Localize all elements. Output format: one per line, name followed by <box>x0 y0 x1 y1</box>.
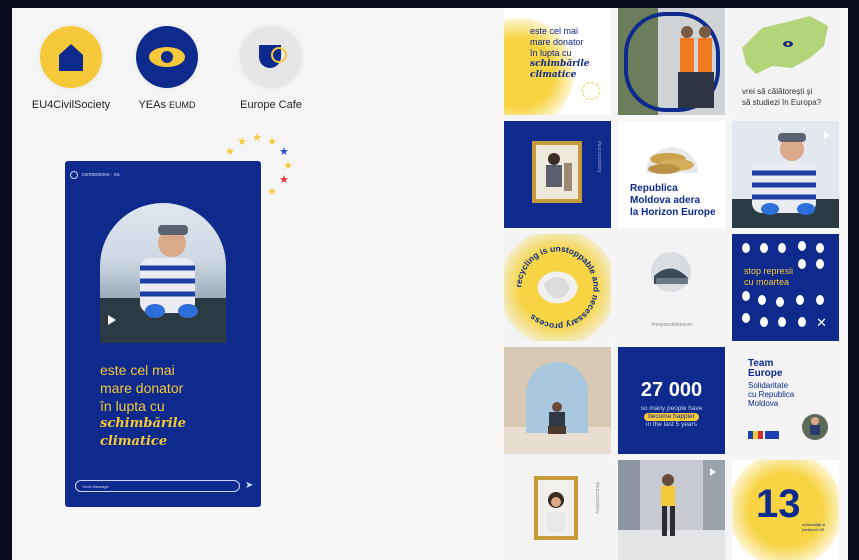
post-tile[interactable]: #successstory <box>504 460 611 560</box>
post-tile[interactable]: Republica Moldova adera la Horizon Europ… <box>618 121 725 228</box>
stars-ring <box>582 82 600 100</box>
cup-icon <box>259 45 287 68</box>
send-icon[interactable]: ➤ <box>245 480 253 491</box>
avatar <box>70 171 78 179</box>
fisherman-illustration <box>100 225 226 343</box>
svg-text:✕: ✕ <box>816 316 827 331</box>
canvas: EU4CivilSociety YEAs EUMD Europe Cafe ★ … <box>12 8 848 560</box>
story-text: este cel mai mare donator în lupta cu sc… <box>100 361 240 451</box>
woman-arch-photo <box>504 347 611 454</box>
hashtag-label: #responsibletravel <box>651 322 692 328</box>
post-tile[interactable]: #successstory <box>504 121 611 228</box>
highlight-yeas[interactable]: YEAs EUMD <box>124 26 210 111</box>
post-text-line: climatice <box>530 70 577 80</box>
post-text: stop represii cu moartea <box>744 266 793 288</box>
framed-photo <box>538 480 574 536</box>
stat-caption-highlight: become happier <box>644 413 699 421</box>
svg-text:★: ★ <box>252 133 262 144</box>
hashtag-label: #successstory <box>594 482 600 514</box>
post-text-line: Moldova adera <box>630 195 701 206</box>
city-walk-photo <box>618 460 725 560</box>
svg-text:★: ★ <box>225 145 235 158</box>
story-line: în lupta cu <box>100 398 165 414</box>
post-tile[interactable]: Team Europe Solidaritate cu Republica Mo… <box>732 347 839 454</box>
highlight-circle <box>240 26 302 88</box>
post-text-line: stop represii <box>744 266 794 276</box>
post-text-line: vrei să călătorești și <box>742 87 813 96</box>
post-text-line: schimbările <box>530 59 590 69</box>
story-photo <box>100 203 226 343</box>
stat-caption: so many people have become happier in th… <box>618 405 725 429</box>
stat-caption-line: so many people have <box>640 405 703 412</box>
flags-and-photo <box>748 414 828 440</box>
post-tile[interactable] <box>618 8 725 115</box>
post-tile[interactable]: este cel mai mare donator în lupta cu sc… <box>504 8 611 115</box>
post-tile[interactable]: #responsibletravel <box>618 234 725 341</box>
post-text-line: la Horizon Europe <box>630 207 716 218</box>
stat-caption-line: in the last 5 years <box>646 421 697 428</box>
highlight-circle <box>40 26 102 88</box>
highlight-label: Europe Cafe <box>240 99 302 111</box>
post-text: Republica Moldova adera la Horizon Europ… <box>630 183 716 219</box>
svg-text:★: ★ <box>267 135 277 148</box>
post-text: vrei să călătorești și să studiezi în Eu… <box>742 86 821 108</box>
post-text-line: este cel mai <box>530 26 579 36</box>
gold-frame <box>534 476 578 540</box>
stat-number: 27 000 <box>640 379 703 401</box>
recycling-ring: recycling is unstoppable and necessary p… <box>513 243 601 331</box>
post-text: este cel mai mare donator în lupta cu sc… <box>530 26 589 81</box>
post-tile[interactable] <box>504 347 611 454</box>
highlight-label: YEAs EUMD <box>124 99 210 111</box>
gold-frame <box>532 141 582 203</box>
post-text-line: în lupta cu <box>530 48 572 58</box>
highlight-label: EU4CivilSociety <box>31 99 111 111</box>
post-tile[interactable]: ✕ stop represii cu moartea <box>732 234 839 341</box>
workers-photo <box>618 8 725 115</box>
coins-photo <box>646 147 698 174</box>
svg-text:★: ★ <box>283 159 293 172</box>
svg-text:★: ★ <box>267 185 277 198</box>
post-tile[interactable]: 13 universități și parteneri UE <box>732 460 839 560</box>
svg-text:★: ★ <box>279 173 289 186</box>
story-preview[interactable]: comissiones · eu este cel mai mare donat <box>65 161 261 507</box>
post-tile[interactable]: recycling is unstoppable and necessary p… <box>504 234 611 341</box>
story-account: comissiones · eu <box>82 172 120 178</box>
post-tile[interactable]: vrei să călătorești și să studiezi în Eu… <box>732 8 839 115</box>
post-text-line: Republica <box>630 183 678 194</box>
post-text-line: mare donator <box>530 37 584 47</box>
story-line: este cel mai <box>100 362 175 378</box>
highlight-europe-cafe[interactable]: Europe Cafe <box>228 26 314 111</box>
send-message-input[interactable]: Send Message <box>75 480 240 492</box>
story-line-emphasis: schimbările <box>100 416 186 431</box>
highlight-circle <box>136 26 198 88</box>
highlight-eu4civilsociety[interactable]: EU4CivilSociety <box>28 26 114 111</box>
framed-photo <box>536 145 578 199</box>
story-line: mare donator <box>100 380 184 396</box>
stat-caption: universități și parteneri UE <box>802 522 826 532</box>
fisherman-photo <box>732 121 839 228</box>
post-text-line: cu moartea <box>744 277 790 287</box>
stat-number: 13 <box>756 482 801 526</box>
highlight-label-suffix: EUMD <box>169 100 196 110</box>
eye-icon <box>149 47 185 67</box>
story-header: comissiones · eu <box>70 171 120 179</box>
svg-text:★: ★ <box>237 135 247 148</box>
house-icon <box>59 44 83 71</box>
post-tile[interactable]: 27 000 so many people have become happie… <box>618 347 725 454</box>
hashtag-label: #successstory <box>596 141 602 173</box>
post-tile[interactable] <box>618 460 725 560</box>
post-text-line: să studiezi în Europa? <box>742 98 822 107</box>
story-line-emphasis: climatice <box>100 434 168 449</box>
svg-text:★: ★ <box>279 145 289 158</box>
highlight-label-main: YEAs <box>138 99 166 111</box>
post-tile[interactable] <box>732 121 839 228</box>
